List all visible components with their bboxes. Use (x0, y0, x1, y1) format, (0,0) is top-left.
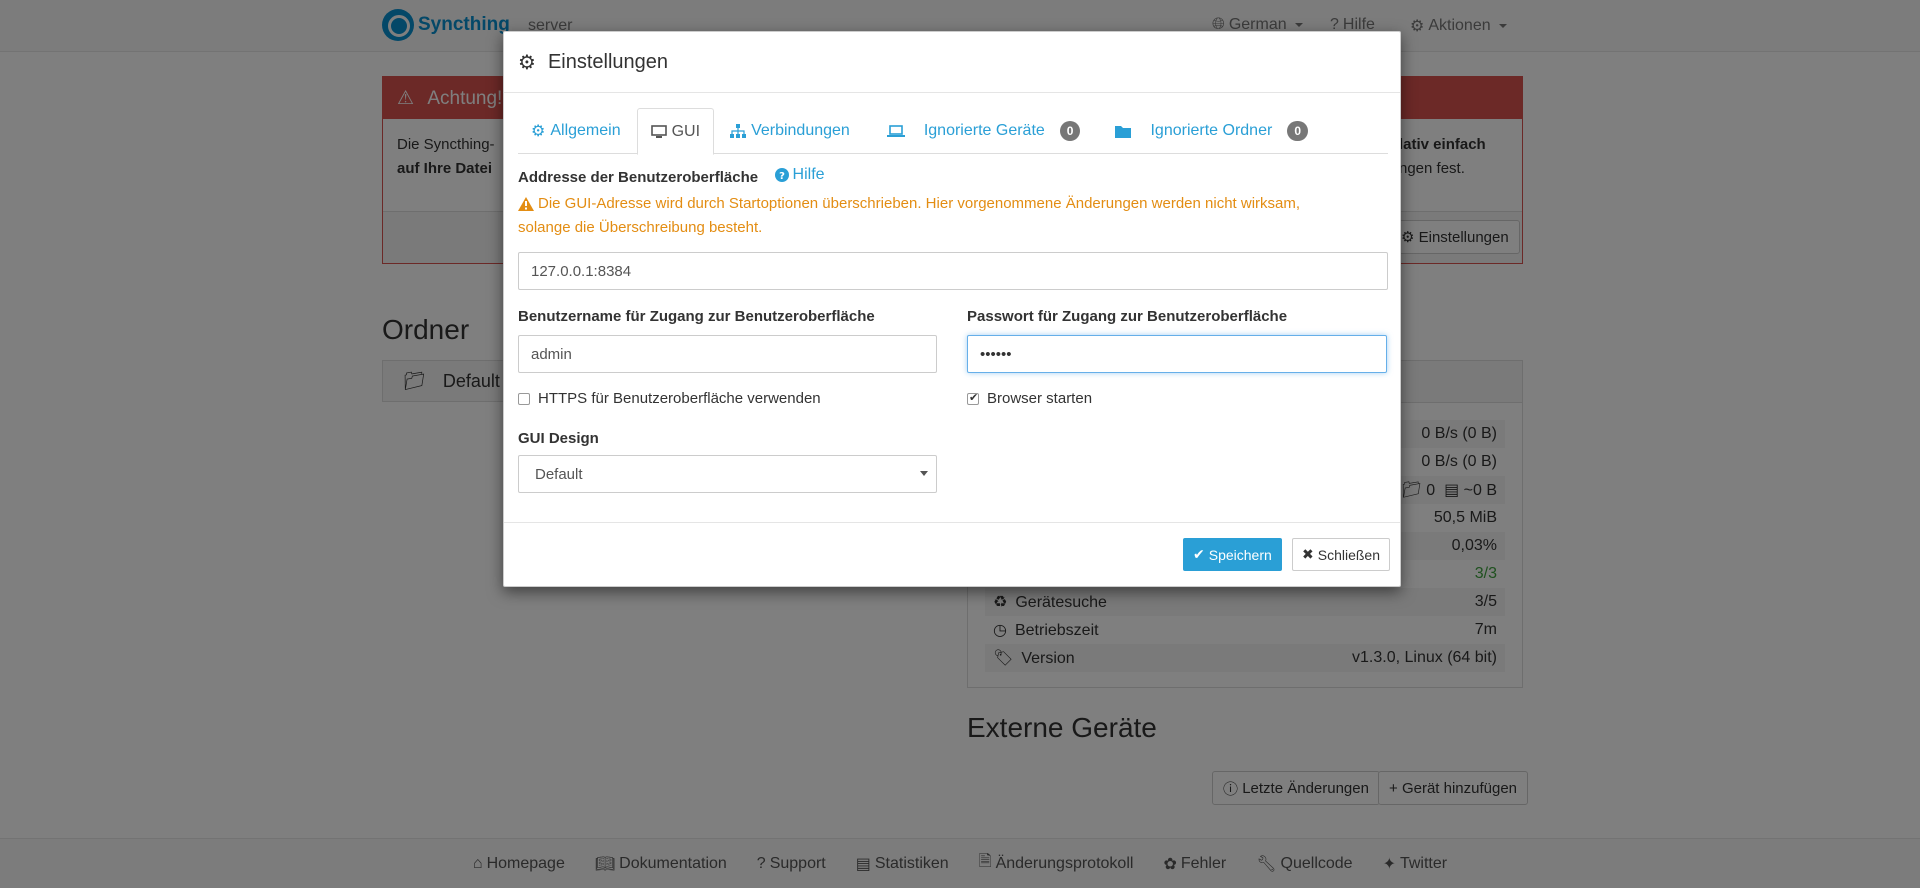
username-label: Benutzername für Zugang zur Benutzerober… (518, 308, 875, 325)
ignored-devices-count-badge: 0 (1059, 121, 1081, 141)
gui-address-label: Addresse der Benutzeroberfläche (518, 169, 759, 186)
warning-icon (518, 197, 534, 211)
save-label: Speichern (1208, 546, 1272, 563)
password-input[interactable]: •••••• (967, 335, 1387, 373)
override-warning: Die GUI-Adresse wird durch Startoptionen… (518, 192, 1388, 240)
username-input[interactable]: admin (518, 335, 937, 373)
modal-header: ⚙ Einstellungen (504, 32, 1400, 93)
password-label: Passwort für Zugang zur Benutzeroberfläc… (967, 308, 1288, 325)
modal-title: Einstellungen (547, 50, 669, 73)
gear-icon: ⚙ (531, 123, 546, 140)
https-label: HTTPS für Benutzeroberfläche verwenden (538, 390, 821, 407)
https-checkbox[interactable] (518, 392, 530, 405)
chevron-down-icon (920, 471, 928, 476)
gui-address-input[interactable]: 127.0.0.1:8384 (518, 252, 1388, 290)
settings-modal: ⚙ Einstellungen ⚙ Allgemein GUI Verbindu… (503, 31, 1401, 587)
warning-text-2: solange die Überschreibung besteht. (518, 219, 763, 236)
settings-tabs: ⚙ Allgemein GUI Verbindungen Ignorierte … (518, 108, 1388, 155)
tab-label: Allgemein (550, 122, 621, 139)
tab-label: GUI (671, 122, 701, 140)
sitemap-icon (730, 124, 747, 138)
question-circle-icon: ? (774, 168, 789, 182)
laptop-icon (886, 124, 905, 138)
gear-icon: ⚙ (518, 51, 536, 74)
tab-gui[interactable]: GUI (636, 108, 715, 155)
gui-address-label-row: Addresse der Benutzeroberfläche ? Hilfe (518, 166, 825, 187)
modal-footer: ✔ Speichern ✖ Schließen (504, 522, 1400, 586)
tab-label: Ignorierte Ordner (1150, 122, 1273, 139)
tab-ignored-devices[interactable]: Ignorierte Geräte 0 (874, 108, 1094, 154)
theme-select[interactable]: Default (518, 455, 937, 493)
start-browser-option[interactable]: Browser starten (967, 390, 1092, 407)
close-icon: ✖ (1302, 546, 1314, 562)
svg-text:?: ? (779, 171, 785, 182)
ignored-folders-count-badge: 0 (1287, 121, 1308, 141)
tab-label: Ignorierte Geräte (923, 122, 1045, 139)
theme-select-value: Default (535, 465, 583, 483)
start-browser-label: Browser starten (987, 390, 1093, 407)
folder-icon (1115, 124, 1132, 138)
check-icon: ✔ (1193, 546, 1205, 562)
close-button[interactable]: ✖ Schließen (1292, 538, 1390, 571)
https-option[interactable]: HTTPS für Benutzeroberfläche verwenden (518, 390, 821, 407)
theme-label: GUI Design (518, 430, 599, 447)
close-label: Schließen (1317, 546, 1380, 563)
tab-label: Verbindungen (751, 122, 850, 139)
tab-general[interactable]: ⚙ Allgemein (518, 108, 634, 154)
help-link-label: Hilfe (792, 166, 825, 183)
tab-connections[interactable]: Verbindungen (717, 108, 863, 154)
tab-ignored-folders[interactable]: Ignorierte Ordner 0 (1102, 108, 1321, 154)
save-button[interactable]: ✔ Speichern (1183, 538, 1282, 571)
warning-text-1: Die GUI-Adresse wird durch Startoptionen… (538, 195, 1301, 212)
start-browser-checkbox[interactable] (967, 391, 979, 405)
gui-address-help-link[interactable]: ? Hilfe (774, 166, 825, 184)
desktop-icon (650, 124, 667, 139)
